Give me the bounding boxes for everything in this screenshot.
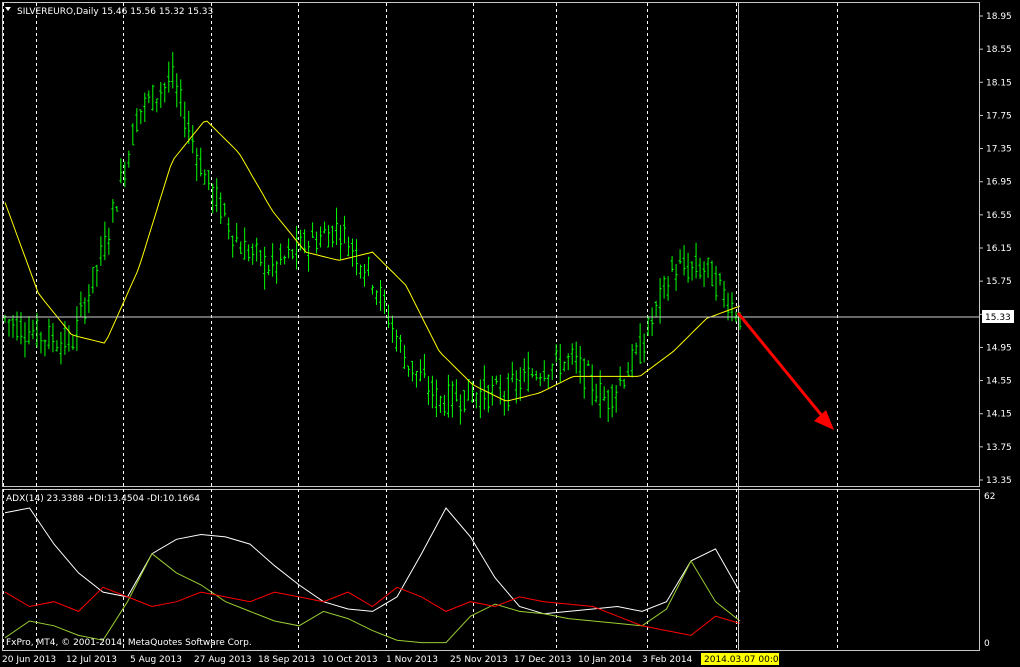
symbol-info: SILVEREURO,Daily 15.46 15.56 15.32 15.33: [17, 7, 213, 17]
vertical-gridlines: [3, 3, 838, 650]
price-label: 15.33: [985, 313, 1011, 323]
y-tick-label: 18.55: [986, 45, 1012, 55]
y-tick-label: 16.95: [986, 178, 1012, 188]
chart-canvas: SILVEREURO,Daily 15.46 15.56 15.32 15.33…: [2, 2, 1014, 665]
y-tick-label: 14.95: [986, 343, 1012, 353]
x-tick-label: 25 Nov 2013: [450, 655, 508, 665]
indicator-line-adx: [4, 507, 741, 615]
moving-average-series: [4, 120, 741, 402]
x-tick-label: 12 Jul 2013: [66, 655, 117, 665]
y-tick-label: 16.15: [986, 244, 1012, 254]
indicator-frame: [2, 489, 980, 651]
x-tick-label: 27 Aug 2013: [194, 655, 252, 665]
y-tick-label: 15.75: [986, 277, 1012, 287]
copyright-text: FxPro, MT4, © 2001-2014, MetaQuotes Soft…: [6, 638, 252, 648]
x-tick-label: 18 Sep 2013: [258, 655, 315, 665]
x-tick-label: 20 Jun 2013: [2, 655, 56, 665]
candlestick-series: [3, 52, 742, 425]
x-tick-label: 1 Nov 2013: [386, 655, 438, 665]
x-axis: 20 Jun 2013 12 Jul 2013 5 Aug 2013 27 Aug 2…: [2, 655, 693, 665]
triangle-down-icon[interactable]: [5, 7, 11, 11]
indicator-scale-bottom: 0: [984, 639, 990, 649]
y-tick-label: 13.35: [986, 476, 1012, 486]
x-tick-label: 10 Oct 2013: [322, 655, 378, 665]
y-tick-label: 16.55: [986, 211, 1012, 221]
indicator-scale-top: 62: [984, 492, 995, 502]
indicator-line-di: [4, 552, 741, 644]
y-tick-label: 18.95: [986, 12, 1012, 22]
x-tick-label: 10 Jan 2014: [578, 655, 632, 665]
x-tick-label: 5 Aug 2013: [130, 655, 182, 665]
y-axis: 18.95 18.55 18.15 17.75 17.35 16.95 16.55 16.15…: [979, 12, 1012, 486]
y-tick-label: 13.75: [986, 443, 1012, 453]
bearish-arrow: [736, 312, 834, 430]
y-tick-label: 14.55: [986, 377, 1012, 387]
adx-indicator-series: [4, 507, 741, 644]
y-tick-label: 17.35: [986, 145, 1012, 155]
x-tick-label: 3 Feb 2014: [642, 655, 693, 665]
moving-average-line: [4, 120, 741, 402]
y-tick-label: 17.75: [986, 111, 1012, 121]
y-tick-label: 14.15: [986, 410, 1012, 420]
time-label: 2014.03.07 00:00: [704, 655, 785, 665]
main-chart-frame: [2, 2, 980, 487]
x-tick-label: 17 Dec 2013: [514, 655, 572, 665]
indicator-label: ADX(14) 23.3388 +DI:13.4504 -DI:10.1664: [6, 494, 200, 504]
y-tick-label: 18.15: [986, 78, 1012, 88]
